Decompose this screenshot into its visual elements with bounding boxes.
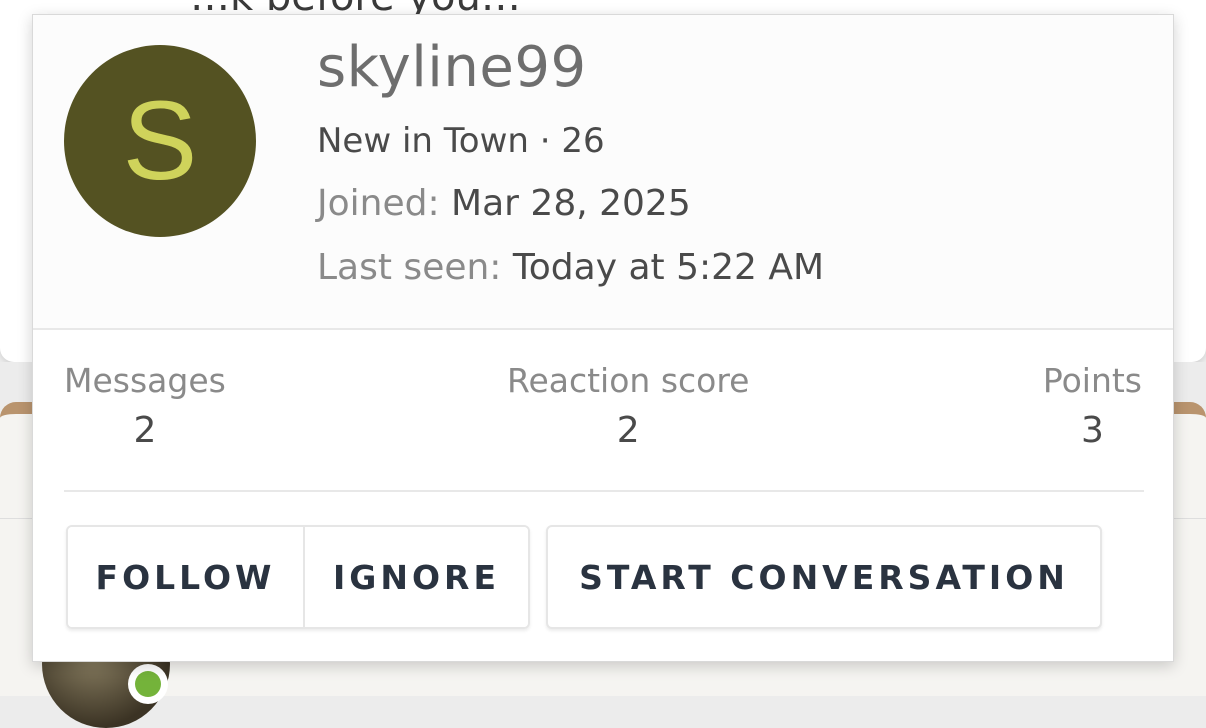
joined-label: Joined:	[317, 183, 440, 224]
stat-messages-value: 2	[133, 410, 157, 451]
online-status-badge-icon	[128, 664, 168, 704]
ignore-button[interactable]: IGNORE	[305, 527, 528, 627]
user-title: New in Town · 26	[317, 121, 605, 161]
start-conversation-button[interactable]: START CONVERSATION	[546, 525, 1102, 629]
joined-info: Joined: Mar 28, 2025	[317, 183, 691, 224]
stat-points[interactable]: Points 3	[1043, 361, 1142, 451]
member-tooltip-header: S skyline99 New in Town · 26 Joined: Mar…	[33, 15, 1173, 330]
stat-points-value: 3	[1080, 410, 1104, 451]
follow-ignore-button-group: FOLLOW IGNORE	[66, 525, 530, 629]
last-seen-label: Last seen:	[317, 247, 502, 288]
stat-points-label: Points	[1042, 361, 1142, 400]
stat-messages[interactable]: Messages 2	[64, 361, 226, 451]
stat-messages-label: Messages	[64, 361, 226, 400]
stat-reaction-score-value: 2	[616, 410, 640, 451]
member-tooltip: S skyline99 New in Town · 26 Joined: Mar…	[32, 14, 1174, 662]
last-seen-info: Last seen: Today at 5:22 AM	[317, 247, 824, 288]
follow-button[interactable]: FOLLOW	[68, 527, 305, 627]
stats-divider	[64, 490, 1144, 492]
last-seen-value: Today at 5:22 AM	[512, 247, 825, 288]
username-link[interactable]: skyline99	[317, 35, 587, 100]
avatar[interactable]: S	[64, 45, 256, 237]
stat-reaction-score-label: Reaction score	[507, 361, 750, 400]
stat-reaction-score[interactable]: Reaction score 2	[507, 361, 750, 451]
joined-value: Mar 28, 2025	[451, 183, 691, 224]
